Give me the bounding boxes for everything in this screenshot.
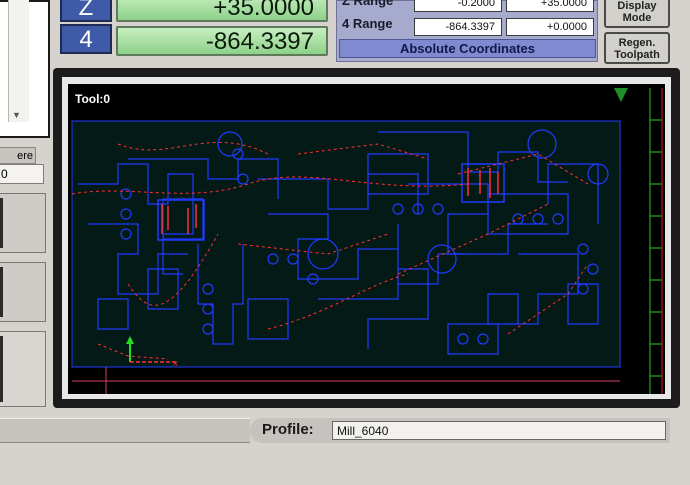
z-range-max: +35.0000 <box>506 0 594 12</box>
side-button-1[interactable] <box>0 193 46 253</box>
toolpath-canvas[interactable]: × <box>68 84 665 394</box>
x-axis-cross-icon: × <box>172 359 179 368</box>
side-button-2[interactable] <box>0 262 46 322</box>
4-range-label: 4 Range <box>342 16 393 31</box>
tool-indicator: Tool:0 <box>75 92 111 106</box>
display-mode-button[interactable]: Display Mode <box>604 0 670 28</box>
dro-z-readout[interactable]: +35.0000 <box>116 0 328 22</box>
side-button-3[interactable] <box>0 331 46 407</box>
regen-toolpath-button[interactable]: Regen. Toolpath <box>604 32 670 64</box>
left-scrollbar[interactable] <box>8 0 29 122</box>
vertical-ruler <box>614 88 663 394</box>
axis-z-button[interactable]: Z <box>60 0 112 22</box>
dro-4-readout[interactable]: -864.3397 <box>116 26 328 56</box>
profile-label: Profile: <box>262 421 314 438</box>
4-range-min: -864.3397 <box>414 18 502 36</box>
z-range-label: Z Range <box>342 0 394 8</box>
left-value-field[interactable]: 0 <box>0 164 44 184</box>
4-range-max: +0.0000 <box>506 18 594 36</box>
toolpath-display[interactable]: × <box>68 84 665 394</box>
absolute-coordinates-label: Absolute Coordinates <box>339 39 596 58</box>
ruler-marker-icon <box>614 88 628 102</box>
goto-here-button[interactable]: ere <box>0 147 36 164</box>
scroll-down-icon[interactable]: ▼ <box>12 110 21 120</box>
status-strip <box>0 418 250 443</box>
axis-4-button[interactable]: 4 <box>60 24 112 54</box>
z-range-min: -0.2000 <box>414 0 502 12</box>
profile-field: Mill_6040 <box>332 421 666 440</box>
